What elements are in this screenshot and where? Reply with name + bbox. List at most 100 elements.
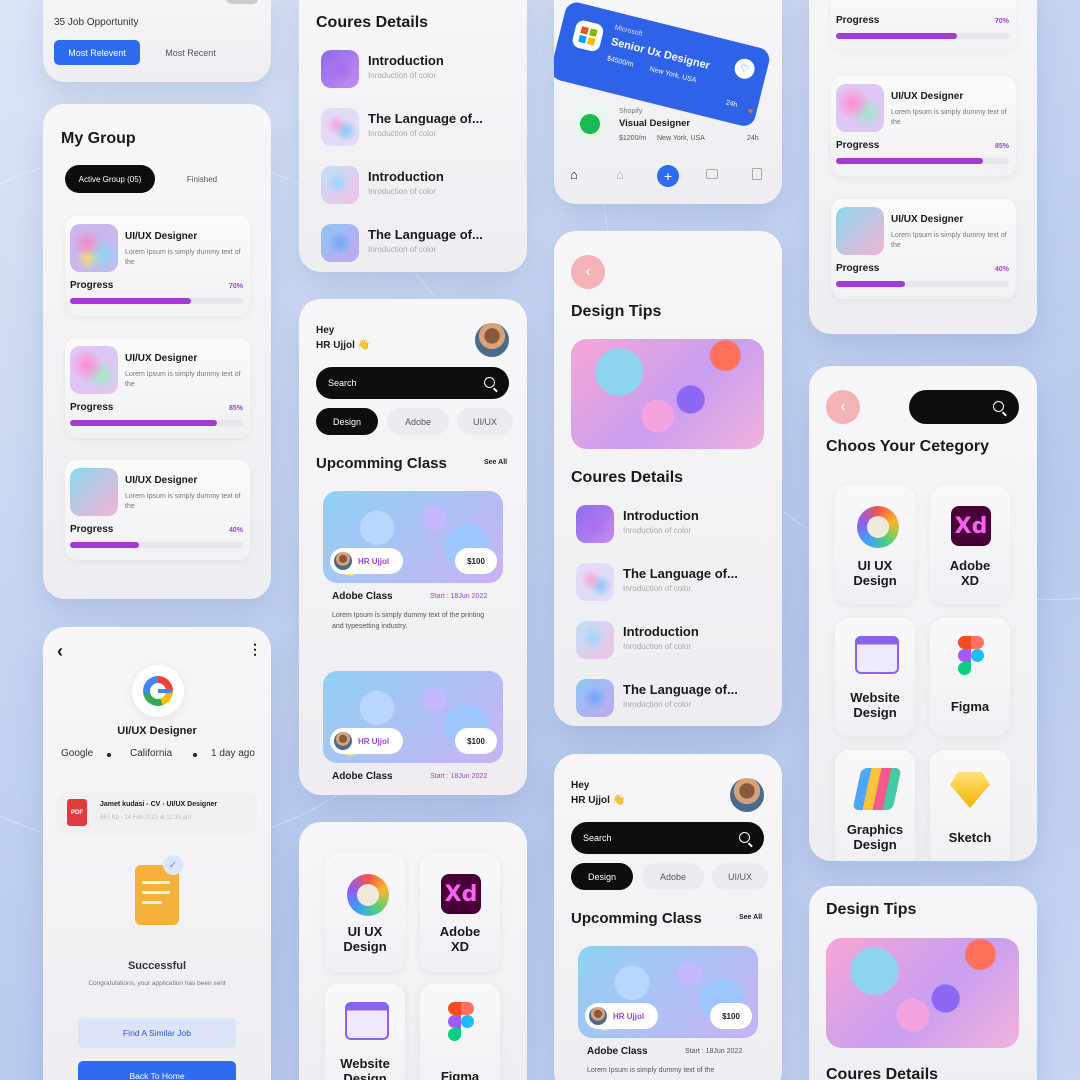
job-listing[interactable]: Shopify Visual Designer $1200/m New York…: [568, 100, 768, 152]
page-title: Coures Details: [316, 14, 429, 31]
user-name: HR Ujjol 👋: [571, 795, 626, 806]
group-item-desc: Lorem Ipsum is simply dummy text of the: [891, 109, 1007, 126]
listing-company: Shopify: [619, 108, 643, 115]
cv-file[interactable]: PDF Jamet kudasi - CV - UI/UX Designer 8…: [57, 792, 257, 834]
lesson-title: The Language of...: [368, 227, 483, 242]
filter-icon[interactable]: [226, 0, 258, 4]
group-item[interactable]: UI/UX Designer Lorem Ipsum is simply dum…: [65, 338, 250, 438]
lesson-row[interactable]: The Language of... Inroduction of color: [321, 220, 506, 266]
tab-adobe[interactable]: Adobe: [387, 408, 449, 435]
tab-finished[interactable]: Finished: [161, 165, 243, 193]
tab-design[interactable]: Design: [571, 863, 633, 890]
back-to-home-button[interactable]: Back To Home: [78, 1061, 236, 1080]
featured-company: Microsoft: [613, 24, 644, 38]
tab-adobe[interactable]: Adobe: [642, 863, 704, 890]
find-similar-button[interactable]: Find A Similar Job: [78, 1018, 236, 1048]
avatar[interactable]: [475, 323, 509, 357]
back-button[interactable]: ‹: [826, 390, 860, 424]
heart-icon[interactable]: ♥: [748, 106, 753, 116]
lesson-row[interactable]: The Language of... Inroduction of color: [321, 104, 506, 150]
class-card[interactable]: HR Ujjol $100 Adobe Class Start : 18Jun …: [323, 491, 503, 641]
lesson-row[interactable]: Introduction Inroduction of color: [576, 501, 761, 547]
category-uiux-design[interactable]: UI UX Design: [325, 854, 405, 972]
bookmark-icon[interactable]: ♡: [732, 56, 757, 81]
tab-uiux[interactable]: UI/UX: [712, 863, 768, 890]
category-uiux-design[interactable]: UI UX Design: [835, 486, 915, 604]
progress-bar: [836, 281, 1009, 287]
progress-percent: 40%: [995, 266, 1010, 273]
progress-label: Progress: [836, 15, 880, 26]
search-icon[interactable]: [484, 377, 495, 388]
search-input[interactable]: [909, 390, 1019, 424]
class-card[interactable]: HR Ujjol $100 Adobe Class Start : 18Jun …: [323, 671, 503, 791]
category-sketch[interactable]: Sketch: [930, 750, 1010, 861]
group-item-desc: Lorem Ipsum is simply dummy text of the: [891, 232, 1007, 249]
lesson-title: The Language of...: [623, 566, 738, 581]
avatar: [334, 552, 352, 570]
course-thumbnail: [836, 207, 884, 255]
microsoft-logo: [570, 18, 605, 53]
class-card[interactable]: HR Ujjol $100 Adobe Class Start : 18Jun …: [578, 946, 758, 1080]
lesson-row[interactable]: The Language of... Inroduction of color: [576, 559, 761, 605]
course-details-card: Coures Details Introduction Inroduction o…: [299, 0, 527, 272]
search-input[interactable]: Search: [571, 822, 764, 854]
posted-time: 1 day ago: [211, 748, 255, 759]
search-icon[interactable]: [993, 401, 1004, 412]
tab-active-group[interactable]: Active Group (05): [65, 165, 155, 193]
lesson-row[interactable]: The Language of... Inroduction of color: [576, 675, 761, 721]
price-tag: $100: [455, 548, 497, 574]
lesson-thumbnail: [321, 224, 359, 262]
class-start: Start : 18Jun 2022: [430, 773, 488, 780]
tab-design[interactable]: Design: [316, 408, 378, 435]
progress-label: Progress: [70, 402, 114, 413]
lesson-title: The Language of...: [368, 111, 483, 126]
lesson-subtitle: Inroduction of color: [623, 642, 692, 651]
tab-uiux[interactable]: UI/UX: [457, 408, 513, 435]
group-item[interactable]: UI/UX Designer Lorem Ipsum is simply dum…: [65, 216, 250, 316]
search-icon[interactable]: [739, 832, 750, 843]
explore-icon[interactable]: ⌂: [616, 167, 624, 182]
category-figma[interactable]: Figma: [420, 984, 500, 1080]
tab-most-recent[interactable]: Most Recent: [153, 40, 228, 65]
see-all-link[interactable]: See All: [739, 914, 762, 921]
company-logo: [132, 665, 184, 717]
lesson-row[interactable]: Introduction Inroduction of color: [321, 46, 506, 92]
course-thumbnail: [70, 224, 118, 272]
group-item[interactable]: UI/UX Designer Lorem Ipsum is simply dum…: [831, 199, 1016, 299]
search-input[interactable]: Search: [316, 367, 509, 399]
avatar[interactable]: [730, 778, 764, 812]
home-icon[interactable]: ⌂: [570, 167, 578, 182]
progress-fill: [70, 420, 218, 426]
category-website-design[interactable]: Website Design: [835, 618, 915, 736]
group-item-title: UI/UX Designer: [125, 353, 198, 364]
home-card: Hey HR Ujjol 👋 Search Design Adobe UI/UX…: [554, 754, 782, 1080]
message-icon[interactable]: [706, 169, 718, 179]
status-message: Congratulations, your application has be…: [88, 980, 226, 987]
more-icon[interactable]: ⋮: [248, 641, 262, 658]
bookmark-nav-icon[interactable]: [752, 168, 762, 180]
back-button[interactable]: ‹: [571, 255, 605, 289]
lesson-subtitle: Inroduction of color: [623, 526, 692, 535]
progress-fill: [836, 158, 984, 164]
greeting: Hey: [571, 780, 590, 791]
back-icon[interactable]: ‹: [57, 641, 63, 662]
category-adobe-xd[interactable]: Xd Adobe XD: [420, 854, 500, 972]
see-all-link[interactable]: See All: [484, 459, 507, 466]
group-item[interactable]: UI/UX Designer Lorem Ipsum is simply dum…: [831, 76, 1016, 176]
bottom-nav: ⌂ ⌂ +: [554, 163, 782, 193]
lesson-row[interactable]: Introduction Inroduction of color: [321, 162, 506, 208]
progress-bar: [70, 542, 243, 548]
host-chip: HR Ujjol: [585, 1003, 658, 1029]
category-website-design[interactable]: Website Design: [325, 984, 405, 1080]
lesson-thumbnail: [321, 50, 359, 88]
tab-most-relevant[interactable]: Most Relevent: [54, 40, 140, 65]
group-item[interactable]: UI/UX Designer Lorem Ipsum is simply dum…: [65, 460, 250, 560]
add-button[interactable]: +: [657, 165, 679, 187]
category-graphics-design[interactable]: Graphics Design: [835, 750, 915, 861]
lesson-row[interactable]: Introduction Inroduction of color: [576, 617, 761, 663]
spotify-icon: [574, 108, 606, 140]
category-adobe-xd[interactable]: Xd Adobe XD: [930, 486, 1010, 604]
category-figma[interactable]: Figma: [930, 618, 1010, 736]
group-item[interactable]: Progress 70%: [831, 0, 1016, 52]
course-thumbnail: [70, 346, 118, 394]
